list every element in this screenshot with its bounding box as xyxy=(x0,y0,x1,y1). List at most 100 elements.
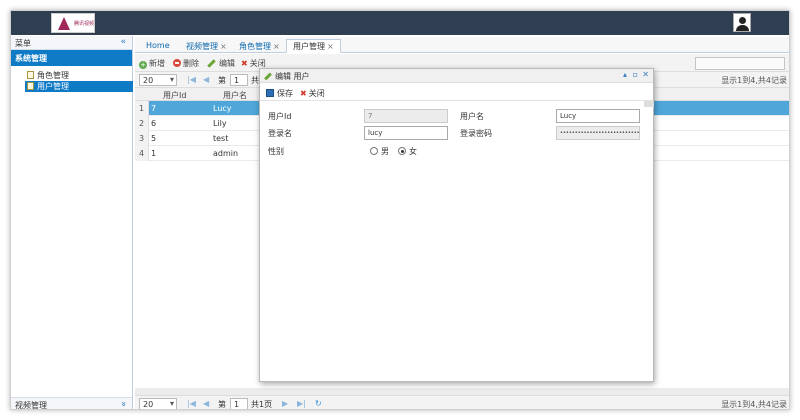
tab-label: Home xyxy=(146,41,170,50)
search-input[interactable] xyxy=(695,57,785,70)
pencil-icon xyxy=(264,72,272,81)
page-total-label: 共 xyxy=(251,76,259,85)
password-label: 登录密码 xyxy=(460,129,492,138)
pager-bottom: 20 |◀ ◀ 第 1 共1页 ▶ ▶| ↻ 显示1到4,共4记录 xyxy=(135,395,789,409)
user-id-field[interactable]: 7 xyxy=(364,109,448,123)
sidebar-footer-label: 视频管理 xyxy=(15,401,47,410)
tab-video-management[interactable]: 视频管理 × xyxy=(179,39,234,53)
logo-mark-icon xyxy=(58,17,70,30)
cell-username: test xyxy=(213,134,229,143)
login-name-label: 登录名 xyxy=(268,129,292,138)
close-icon: ✖ xyxy=(300,89,307,98)
close-icon: ✖ xyxy=(241,59,248,68)
logo-text: 腾讯视频 xyxy=(74,21,95,27)
next-page-icon[interactable]: ▶ xyxy=(282,399,288,408)
tab-user-management[interactable]: 用户管理 × xyxy=(286,39,341,53)
page-total-label: 共1页 xyxy=(251,400,273,409)
brand-logo[interactable]: 腾讯视频 xyxy=(51,13,95,33)
edit-button[interactable]: 编辑 xyxy=(207,58,235,69)
sidebar-header: 菜单 « xyxy=(11,36,132,50)
gender-male-label: 男 xyxy=(381,147,389,156)
password-field[interactable]: •••••••••••••••••••••••••••••••••• xyxy=(556,126,640,140)
tab-role-management[interactable]: 角色管理 × xyxy=(232,39,287,53)
add-label: 新增 xyxy=(149,59,165,68)
dialog-title-bar[interactable]: 编辑 用户 ▴ ▫ ✕ xyxy=(260,69,653,83)
first-page-icon[interactable]: |◀ xyxy=(187,399,196,408)
radio-button[interactable] xyxy=(398,147,406,155)
sidebar-title: 菜单 xyxy=(15,39,31,48)
tab-label: 角色管理 xyxy=(239,42,271,51)
close-icon[interactable]: × xyxy=(327,42,334,51)
add-button[interactable]: + 新增 xyxy=(139,58,165,69)
avatar-head xyxy=(739,17,746,24)
sidebar-item-roles[interactable]: 角色管理 xyxy=(25,70,132,81)
expand-icon[interactable]: » xyxy=(118,401,128,407)
radio-button[interactable] xyxy=(370,147,378,155)
maximize-icon[interactable]: ▫ xyxy=(633,70,638,79)
prev-page-icon[interactable]: ◀ xyxy=(203,75,209,84)
close-icon[interactable]: × xyxy=(273,42,280,51)
gender-female-option[interactable]: 女 xyxy=(398,146,417,157)
gender-label: 性别 xyxy=(268,147,284,156)
minimize-icon[interactable]: ▴ xyxy=(623,70,627,79)
tab-home[interactable]: Home xyxy=(139,39,177,53)
cell-user-id: 5 xyxy=(151,134,157,143)
close-icon[interactable]: ✕ xyxy=(642,70,649,79)
gender-female-label: 女 xyxy=(409,147,417,156)
sidebar-item-label: 用户管理 xyxy=(37,82,69,91)
dialog-title: 编辑 用户 xyxy=(275,72,310,81)
sidebar-tree: 角色管理 用户管理 xyxy=(11,66,133,92)
cell-username: admin xyxy=(213,149,239,158)
refresh-icon[interactable]: ↻ xyxy=(315,399,322,408)
page-label: 第 xyxy=(218,76,226,85)
plus-icon: + xyxy=(139,61,147,69)
document-icon xyxy=(27,82,34,90)
page-label: 第 xyxy=(218,400,226,409)
document-icon xyxy=(27,71,34,79)
save-button[interactable]: 保存 xyxy=(266,88,293,99)
sidebar-group-system[interactable]: 系统管理 xyxy=(11,50,132,66)
prev-page-icon[interactable]: ◀ xyxy=(203,399,209,408)
row-number: 3 xyxy=(135,131,149,146)
gender-male-option[interactable]: 男 xyxy=(370,146,389,157)
edit-user-dialog: 编辑 用户 ▴ ▫ ✕ 保存 ✖ 关闭 用户Id 7 用户名 Lucy 登录名 l… xyxy=(259,68,654,382)
page-number-input[interactable]: 1 xyxy=(230,74,248,86)
cell-username: Lucy xyxy=(213,104,232,113)
row-number: 4 xyxy=(135,146,149,161)
sidebar: 菜单 « 系统管理 角色管理 用户管理 视频管理 » xyxy=(11,36,133,410)
cell-user-id: 6 xyxy=(151,119,157,128)
username-field[interactable]: Lucy xyxy=(556,109,640,123)
tab-bar: Home 视频管理 × 角色管理 × 用户管理 × xyxy=(135,37,789,53)
cell-user-id: 7 xyxy=(151,104,157,113)
tab-label: 视频管理 xyxy=(186,42,218,51)
collapse-icon[interactable]: « xyxy=(120,37,126,47)
close-icon[interactable]: × xyxy=(220,42,227,51)
row-number: 2 xyxy=(135,116,149,131)
page-size-select[interactable]: 20 xyxy=(139,398,177,409)
dialog-scroll-shade xyxy=(644,101,654,107)
dialog-toolbar: 保存 ✖ 关闭 xyxy=(260,83,653,101)
user-id-label: 用户Id xyxy=(268,112,292,121)
delete-label: 删除 xyxy=(183,59,199,68)
column-header-username[interactable]: 用户名 xyxy=(223,90,247,101)
first-page-icon[interactable]: |◀ xyxy=(187,75,196,84)
sidebar-footer-video[interactable]: 视频管理 » xyxy=(11,397,132,410)
dialog-close-button[interactable]: ✖ 关闭 xyxy=(300,88,325,99)
last-page-icon[interactable]: ▶| xyxy=(297,399,306,408)
page-number-input[interactable]: 1 xyxy=(230,398,248,409)
username-label: 用户名 xyxy=(460,112,484,121)
sidebar-item-users[interactable]: 用户管理 xyxy=(25,81,133,92)
top-header: 腾讯视频 xyxy=(11,11,789,35)
record-info: 显示1到4,共4记录 xyxy=(721,76,787,85)
page-size-select[interactable]: 20 xyxy=(139,74,177,86)
sidebar-item-label: 角色管理 xyxy=(37,71,69,80)
tab-label: 用户管理 xyxy=(293,42,325,51)
login-name-field[interactable]: lucy xyxy=(364,126,448,140)
floppy-disk-icon xyxy=(266,89,274,97)
pencil-icon xyxy=(207,59,216,68)
user-avatar-icon[interactable] xyxy=(733,13,751,32)
column-header-user-id[interactable]: 用户Id xyxy=(163,90,186,101)
close-label: 关闭 xyxy=(308,89,325,98)
delete-button[interactable]: 删除 xyxy=(173,58,199,69)
cell-user-id: 1 xyxy=(151,149,157,158)
